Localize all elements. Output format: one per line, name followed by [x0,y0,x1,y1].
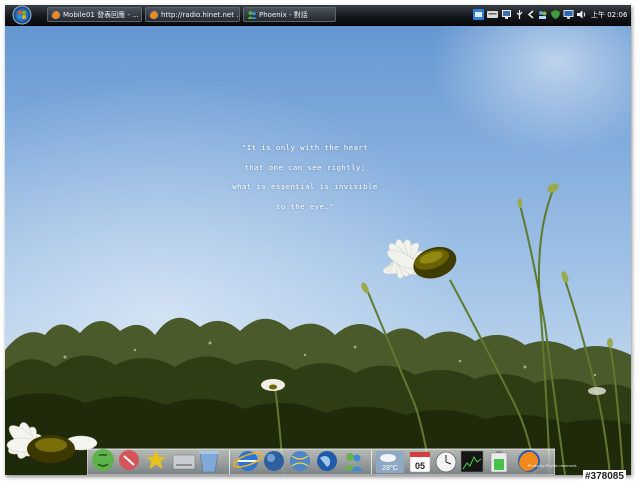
people-icon[interactable] [537,9,548,20]
usb-icon[interactable] [514,9,525,20]
arrow-icon[interactable] [526,9,537,20]
messenger-icon [247,11,257,19]
taskbar: Mobile01 發表回應 - ... http://radio.hinet.n… [5,5,631,26]
quote-line: "It is only with the heart [241,143,369,152]
wallpaper-quote: "It is only with the heart that one can … [190,138,420,216]
quote-line: to the eye." [275,201,335,211]
performance-monitor-icon[interactable] [460,450,484,473]
firefox-icon[interactable] [518,450,540,472]
network-icon[interactable] [501,9,512,20]
globe-icon[interactable] [264,451,284,471]
clock-icon[interactable] [435,451,457,473]
volume-icon[interactable] [576,9,587,20]
taskbar-item-label: Phoenix - 對話 [259,11,308,19]
tool-icon[interactable] [119,450,139,470]
finder-icon[interactable] [92,449,114,471]
keyboard-icon[interactable] [487,9,498,20]
taskbar-item-phoenix-chat[interactable]: Phoenix - 對話 [243,7,336,22]
battery-icon[interactable] [490,451,508,473]
system-tray: 上午 02:06 [471,7,629,23]
calendar-date: 05 [415,461,425,471]
taskbar-item-mobile01[interactable]: Mobile01 發表回應 - ... [47,7,142,22]
quote-line: that one can see rightly; [244,162,366,172]
taskbar-item-label: Mobile01 發表回應 - ... [63,11,139,19]
network-globe-icon[interactable] [290,451,310,471]
wallpaper-copyright: Photo by Phyllis reserved. [528,463,578,468]
weather-widget[interactable]: 28°C [376,451,404,473]
clock[interactable]: 上午 02:06 [591,7,627,23]
monitor-icon[interactable] [563,9,574,20]
drive-icon[interactable] [172,454,196,470]
desktop-screen: Mobile01 發表回應 - ... http://radio.hinet.n… [5,5,631,475]
weather-temp: 28°C [382,464,398,472]
quote-line: what is essential is invisible [232,182,378,191]
world-icon[interactable] [317,451,337,471]
wallpaper-number: #378085 [583,470,626,483]
start-button[interactable] [9,5,35,25]
calendar-icon[interactable]: 05 [409,451,431,473]
ime-icon[interactable] [473,9,484,20]
daisy-wallpaper [5,5,631,475]
dock: 28°C 05 [87,448,555,475]
firefox-icon [51,10,61,20]
taskbar-item-radio-hinet[interactable]: http://radio.hinet.net ... [145,7,240,22]
shield-icon[interactable] [550,9,561,20]
taskbar-item-label: http://radio.hinet.net ... [161,11,240,19]
firefox-icon [149,10,159,20]
windows-logo-icon [12,5,32,25]
